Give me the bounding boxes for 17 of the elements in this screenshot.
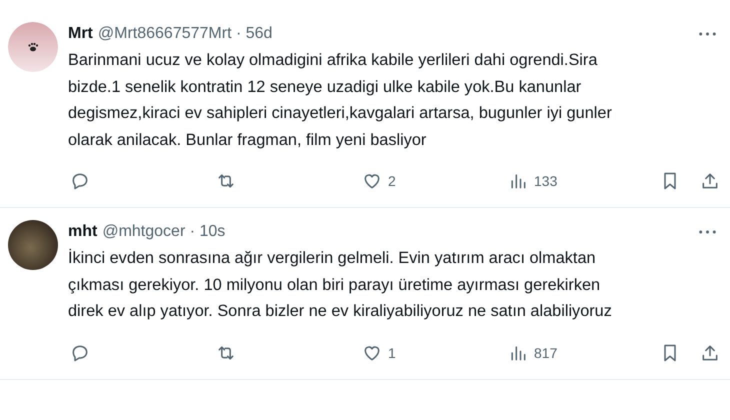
- more-icon[interactable]: [699, 230, 716, 234]
- more-icon[interactable]: [699, 32, 716, 36]
- reply-icon[interactable]: [70, 342, 90, 362]
- tweet-text: Barinmani ucuz ve kolay olmadigini afrika kabile yerlileri dahi ogrendi.Sira bizde.1 senelik kontratin 12 seneye uzadigi ulke kabile yok.Bu kanunlar degismez,kiraci ev sahipleri cinayetleri,kavgalari artarsa, bugunler iyi gunler olarak anilacak. Bunlar fragman, film yeni basliyor: [68, 50, 613, 150]
- like-count: 2: [388, 173, 396, 189]
- display-name[interactable]: Mrt: [68, 25, 93, 43]
- tweet-text: İkinci evden sonrasına ağır vergilerin gelmeli. Evin yatırım aracı olmaktan çıkması gerekiyor. 10 milyonu olan biri parayı üretime ayırması gerekirken direk ev alıp yatıyor. Sonra bizler ne ev kiraliyabiliyoruz ne satın alabiliyoruz: [68, 248, 613, 322]
- avatar-photo-placeholder[interactable]: [8, 220, 58, 270]
- share-icon[interactable]: [700, 171, 720, 191]
- like-count: 1: [388, 344, 396, 360]
- reply-icon[interactable]: [70, 171, 90, 191]
- handle-and-time[interactable]: @Mrt86667577Mrt · 56d: [98, 25, 272, 43]
- view-count: 817: [534, 344, 558, 360]
- view-count: 133: [534, 173, 558, 189]
- handle-and-time[interactable]: @mhtgocer · 10s: [102, 223, 226, 241]
- share-icon[interactable]: [700, 342, 720, 362]
- display-name[interactable]: mht: [68, 223, 98, 241]
